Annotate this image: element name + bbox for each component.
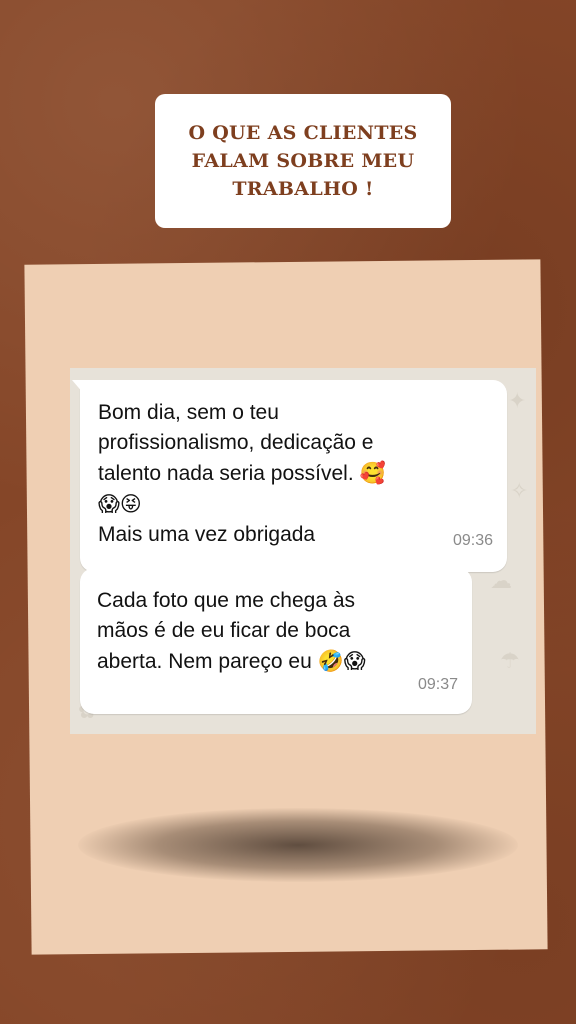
message-line: talento nada seria possível. 🥰: [98, 458, 498, 489]
smiling-face-with-hearts-icon: 🥰: [359, 461, 386, 485]
message-line: 😱😝: [98, 489, 498, 520]
message-bubble[interactable]: Bom dia, sem o teu profissionalismo, ded…: [72, 380, 507, 572]
message-line: Cada foto que me chega às: [97, 589, 356, 612]
message-bubble[interactable]: Cada foto que me chega às mãos é de eu f…: [80, 568, 472, 714]
bubble-tail: [72, 380, 84, 394]
message-text: Cada foto que me chega às mãos é de eu f…: [97, 586, 467, 677]
message-line-text: aberta. Nem pareço eu: [97, 650, 312, 673]
message-line: Mais uma vez obrigada: [98, 523, 316, 546]
message-text: Bom dia, sem o teu profissionalismo, ded…: [98, 398, 498, 550]
message-timestamp: 09:37: [417, 676, 458, 693]
title-card: O QUE AS CLIENTES FALAM SOBRE MEU TRABAL…: [155, 94, 451, 228]
drop-shadow: [78, 808, 518, 882]
title-line: TRABALHO !: [232, 178, 374, 200]
page-title: O QUE AS CLIENTES FALAM SOBRE MEU TRABAL…: [168, 119, 438, 203]
screaming-and-tongue-face-icon: 😱😝: [98, 492, 142, 516]
title-line: O QUE AS CLIENTES: [188, 122, 418, 144]
laughing-and-screaming-face-icon: 🤣😱: [317, 649, 366, 673]
message-line: mãos é de eu ficar de boca: [97, 619, 351, 642]
message-timestamp: 09:36: [452, 532, 493, 549]
message-line: Bom dia, sem o teu: [98, 401, 279, 424]
message-line: profissionalismo, dedicação e: [98, 431, 374, 454]
chat-screenshot: ✦ ✧ ☁ ☂ ✿ Bom dia, sem o teu profissiona…: [70, 368, 536, 734]
message-line: aberta. Nem pareço eu 🤣😱: [97, 646, 467, 677]
wallpaper-doodle-icon: ☂: [500, 648, 520, 673]
message-line-text: talento nada seria possível.: [98, 462, 354, 485]
title-line: FALAM SOBRE MEU: [191, 150, 415, 172]
wallpaper-doodle-icon: ✧: [510, 478, 529, 503]
wallpaper-doodle-icon: ✦: [508, 388, 527, 413]
